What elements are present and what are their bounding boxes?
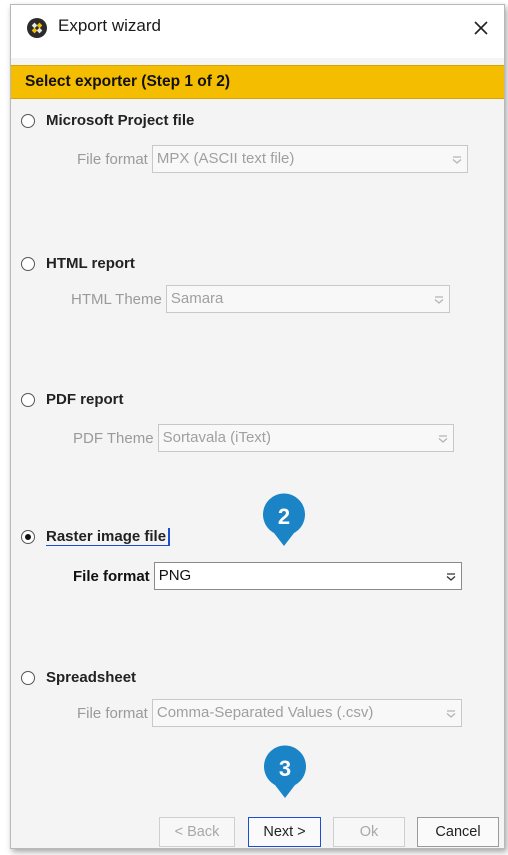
back-button[interactable]: < Back xyxy=(159,817,235,847)
close-button[interactable] xyxy=(464,11,498,45)
cancel-button[interactable]: Cancel xyxy=(417,817,499,847)
option-pdf-report[interactable]: PDF report xyxy=(21,391,124,408)
file-format-select-raster[interactable]: PNG xyxy=(153,562,462,590)
dropdown-arrow-icon xyxy=(452,156,462,164)
select-value: Samara xyxy=(170,290,224,307)
dropdown-arrow-icon xyxy=(434,296,444,304)
file-format-row-raster: File format PNG xyxy=(73,562,462,590)
radio-pdf-report[interactable] xyxy=(21,392,35,407)
dropdown-arrow-icon xyxy=(438,435,448,443)
ok-button[interactable]: Ok xyxy=(333,817,405,847)
export-wizard-dialog: Export wizard Select exporter (Step 1 of… xyxy=(10,4,505,849)
option-label: Raster image file xyxy=(46,528,169,546)
field-label: File format xyxy=(77,150,148,168)
option-label: PDF report xyxy=(46,391,124,408)
file-format-row-project: File format MPX (ASCII text file) xyxy=(77,145,468,173)
dropdown-arrow-icon xyxy=(446,573,456,581)
step-3-number: 3 xyxy=(279,756,291,781)
step-2-number: 2 xyxy=(278,504,290,529)
step-3-callout-badge: 3 xyxy=(264,745,306,798)
close-icon xyxy=(474,21,488,35)
file-format-select-project[interactable]: MPX (ASCII text file) xyxy=(151,145,468,173)
pdf-theme-select[interactable]: Sortavala (iText) xyxy=(157,424,454,452)
select-value: Comma-Separated Values (.csv) xyxy=(156,704,374,721)
dropdown-arrow-icon xyxy=(446,710,456,718)
option-spreadsheet[interactable]: Spreadsheet xyxy=(21,669,136,686)
option-label: HTML report xyxy=(46,255,135,272)
radio-html-report[interactable] xyxy=(21,256,35,271)
next-button[interactable]: Next > xyxy=(248,817,321,847)
field-label: PDF Theme xyxy=(73,429,154,447)
field-label: File format xyxy=(77,704,148,722)
radio-raster-image[interactable] xyxy=(21,530,35,544)
step-banner: Select exporter (Step 1 of 2) xyxy=(11,65,504,99)
app-logo-icon xyxy=(27,18,47,38)
field-label: File format xyxy=(73,567,150,585)
option-html-report[interactable]: HTML report xyxy=(21,255,135,272)
select-value: PNG xyxy=(158,567,192,584)
select-value: Sortavala (iText) xyxy=(162,429,271,446)
option-label: Microsoft Project file xyxy=(46,112,195,129)
radio-spreadsheet[interactable] xyxy=(21,670,35,685)
field-label: HTML Theme xyxy=(71,290,162,308)
window-title: Export wizard xyxy=(58,16,161,35)
select-value: MPX (ASCII text file) xyxy=(156,150,295,167)
option-label: Spreadsheet xyxy=(46,669,137,686)
title-bar: Export wizard xyxy=(11,5,504,58)
option-microsoft-project[interactable]: Microsoft Project file xyxy=(21,112,194,129)
radio-microsoft-project[interactable] xyxy=(21,113,35,128)
file-format-select-spreadsheet[interactable]: Comma-Separated Values (.csv) xyxy=(151,699,462,727)
html-theme-select[interactable]: Samara xyxy=(165,285,450,313)
pdf-theme-row: PDF Theme Sortavala (iText) xyxy=(73,424,454,452)
step-2-callout-badge: 2 xyxy=(263,493,305,546)
file-format-row-spreadsheet: File format Comma-Separated Values (.csv… xyxy=(77,699,462,727)
html-theme-row: HTML Theme Samara xyxy=(71,285,450,313)
option-raster-image[interactable]: Raster image file xyxy=(21,528,169,546)
